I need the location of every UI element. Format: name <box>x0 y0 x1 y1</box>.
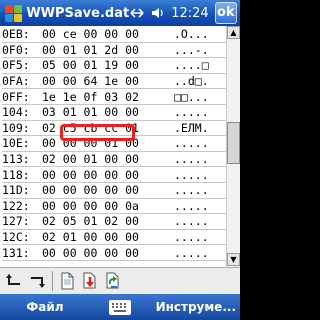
clock[interactable]: 12:24 <box>171 6 208 21</box>
hex-row-ascii: ..... <box>174 198 209 213</box>
file-menu[interactable]: Файл <box>0 300 90 314</box>
connectivity-icon[interactable] <box>129 5 145 21</box>
hex-row-addr: 109: <box>2 120 30 135</box>
hex-row-addr: 12C: <box>2 230 30 245</box>
hex-row-bytes: 00 00 00 00 00 <box>42 183 139 198</box>
hex-row-bytes: 03 01 01 00 00 <box>42 105 139 120</box>
hex-row-ascii: ..... <box>174 214 209 229</box>
hex-row-ascii: ..... <box>174 245 209 260</box>
vertical-scrollbar[interactable]: ▲ ▼ <box>226 26 240 267</box>
windows-start-icon[interactable] <box>2 2 22 24</box>
scroll-up-icon[interactable]: ▲ <box>227 26 240 39</box>
hex-row[interactable]: 0F5: 05 00 01 19 00 ....□ <box>2 58 226 74</box>
speaker-icon[interactable] <box>150 5 166 21</box>
hex-row-addr: 0F0: <box>2 42 30 57</box>
toolbar <box>0 267 240 294</box>
menu-bar: Файл Инструме... <box>0 294 240 320</box>
window-title: WWPSave.dat <box>26 5 130 21</box>
hex-row-addr: 104: <box>2 105 30 120</box>
hex-row-ascii: ..... <box>174 136 209 151</box>
hex-row-ascii: ..... <box>174 167 209 182</box>
hex-row-addr: 0EB: <box>2 27 30 42</box>
hex-row-addr: 10E: <box>2 136 30 151</box>
hex-row[interactable]: 0FF: 1e 1e 0f 03 02 □□... <box>2 89 226 105</box>
hex-row[interactable]: 118: 00 00 00 00 00..... <box>2 167 226 183</box>
hex-row-ascii: .O... <box>174 27 209 42</box>
hex-row[interactable]: 12C: 02 01 00 00 00..... <box>2 230 226 246</box>
hex-row-bytes: 00 01 01 2d 00 <box>42 42 139 57</box>
hex-row-ascii: ..... <box>174 230 209 245</box>
hex-row[interactable]: 131: 00 00 00 00 00..... <box>2 245 226 261</box>
hex-row-bytes: 00 00 00 00 0a <box>42 198 139 213</box>
keyboard-icon[interactable] <box>90 300 150 315</box>
hex-row[interactable]: 122: 00 00 00 00 0a..... <box>2 199 226 215</box>
scroll-down-icon[interactable]: ▼ <box>227 253 240 266</box>
hex-row-addr: 118: <box>2 167 30 182</box>
hex-row[interactable]: 0FA: 00 00 64 1e 00 ..d□. <box>2 74 226 90</box>
hex-row-bytes: 05 00 01 19 00 <box>42 58 139 73</box>
hex-row-bytes: 00 ce 00 00 00 <box>42 27 139 42</box>
hex-row[interactable]: 0F0: 00 01 01 2d 00 ...-. <box>2 43 226 59</box>
hex-row-ascii: □□... <box>174 89 209 104</box>
hex-row-ascii: ..... <box>174 183 209 198</box>
hex-row-ascii: ....□ <box>174 58 209 73</box>
hex-row-addr: 11D: <box>2 183 30 198</box>
hex-row-ascii: ..... <box>174 152 209 167</box>
hex-row-ascii: .ЕЛМ. <box>174 120 209 135</box>
hex-row-addr: 122: <box>2 198 30 213</box>
hex-row-bytes: 00 00 64 1e 00 <box>42 74 139 89</box>
scroll-thumb[interactable] <box>227 122 240 164</box>
hex-row[interactable]: 113: 02 00 01 00 00..... <box>2 152 226 168</box>
hex-row-bytes: 1e 1e 0f 03 02 <box>42 89 139 104</box>
hex-view[interactable]: 0EB: 00 ce 00 00 00 .O... 0F0: 00 01 01 2d 0… <box>0 26 240 267</box>
hex-row-addr: 127: <box>2 214 30 229</box>
hex-row-bytes: 00 00 00 00 00 <box>42 245 139 260</box>
hex-row-addr: 0FA: <box>2 74 30 89</box>
save-icon[interactable] <box>79 270 101 292</box>
highlight-annotation <box>60 124 135 141</box>
hex-row-addr: 131: <box>2 245 30 260</box>
hex-table: 0EB: 00 ce 00 00 00 .O... 0F0: 00 01 01 2d 0… <box>2 27 226 261</box>
hex-row-ascii: ...-. <box>174 42 209 57</box>
hex-row-addr: 0F5: <box>2 58 30 73</box>
hex-row-addr: 113: <box>2 152 30 167</box>
hex-row-ascii: ..... <box>174 105 209 120</box>
hex-row-bytes: 02 00 01 00 00 <box>42 152 139 167</box>
undo-icon[interactable] <box>3 270 25 292</box>
hex-row-bytes: 00 00 00 00 00 <box>42 167 139 182</box>
refresh-icon[interactable] <box>102 270 124 292</box>
redo-icon[interactable] <box>26 270 48 292</box>
hex-row[interactable]: 0EB: 00 ce 00 00 00 .O... <box>2 27 226 43</box>
hex-row[interactable]: 11D: 00 00 00 00 00..... <box>2 183 226 199</box>
tools-menu[interactable]: Инструме... <box>150 300 240 314</box>
hex-row-bytes: 02 01 00 00 00 <box>42 230 139 245</box>
hex-row-ascii: ..d□. <box>174 74 209 89</box>
hex-row-bytes: 02 05 01 02 00 <box>42 214 139 229</box>
hex-row[interactable]: 127: 02 05 01 02 00..... <box>2 214 226 230</box>
title-bar: WWPSave.dat 12:24 ok <box>0 0 240 26</box>
hex-row-addr: 0FF: <box>2 89 30 104</box>
ok-button[interactable]: ok <box>214 2 237 24</box>
new-document-icon[interactable] <box>56 270 78 292</box>
toolbar-separator <box>52 271 53 291</box>
hex-row[interactable]: 104: 03 01 01 00 00..... <box>2 105 226 121</box>
